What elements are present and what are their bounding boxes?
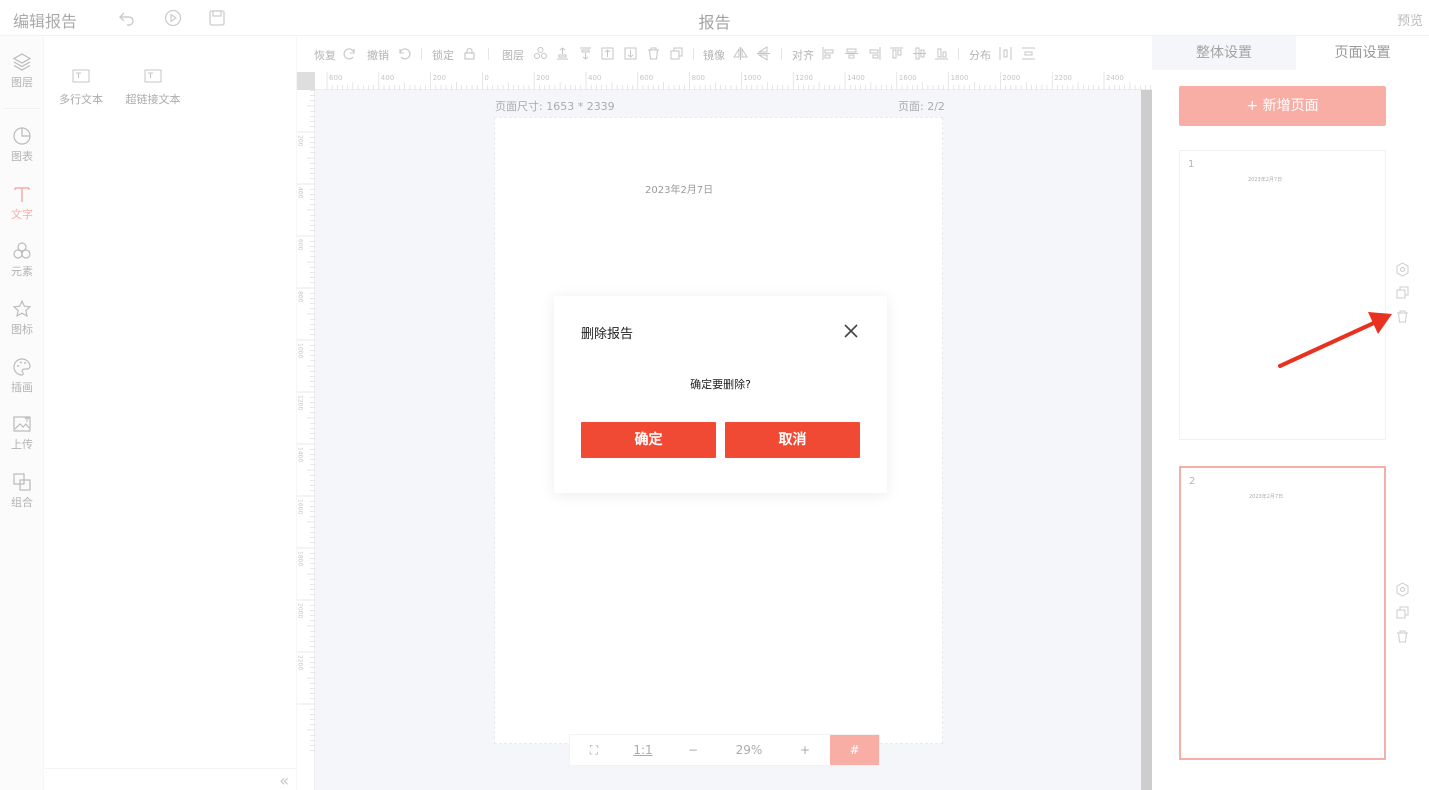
annotation-arrow-icon	[1278, 312, 1392, 368]
delete-report-dialog: 删除报告 确定要删除? 确定 取消	[554, 296, 887, 493]
report-editor: 编辑报告 报告 预览 图层 图表 文字 元素	[0, 0, 1429, 790]
dialog-message: 确定要删除?	[690, 378, 751, 391]
cancel-button[interactable]: 取消	[725, 422, 860, 458]
confirm-button[interactable]: 确定	[581, 422, 716, 458]
close-icon[interactable]	[841, 321, 861, 341]
dialog-title: 删除报告	[581, 327, 634, 342]
